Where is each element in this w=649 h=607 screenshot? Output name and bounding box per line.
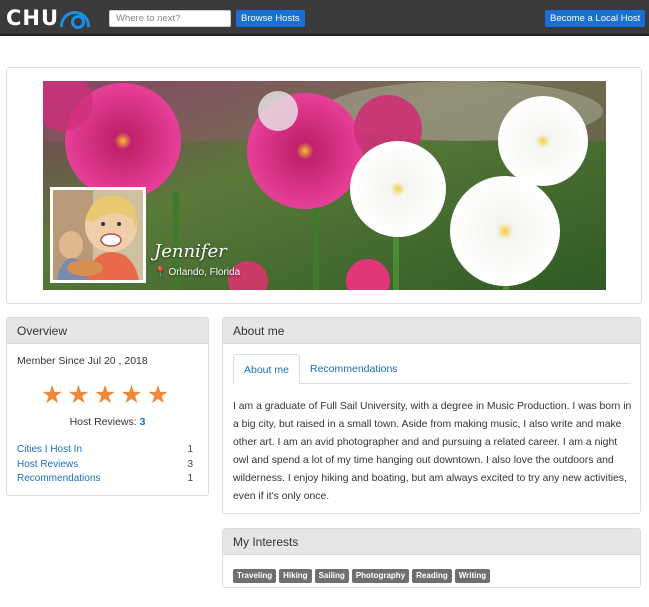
interests-panel: My Interests Traveling Hiking Sailing Ph… [222, 528, 641, 588]
about-heading: About me [223, 318, 640, 344]
about-text: I am a graduate of Full Sail University,… [233, 401, 632, 502]
interest-tag: Reading [412, 569, 452, 583]
member-since: Member Since Jul 20 , 2018 [17, 355, 148, 367]
interest-tag: Sailing [314, 569, 349, 583]
star-icon: ★ [120, 380, 143, 409]
stat-value-host-reviews: 3 [187, 458, 193, 470]
cover-photo: Jennifer 📍 Orlando, Florida [43, 81, 606, 290]
stat-link-host-reviews[interactable]: Host Reviews [17, 458, 78, 473]
rating-stars: ★ ★ ★ ★ ★ [41, 382, 169, 407]
interests-heading: My Interests [223, 529, 640, 555]
overview-heading: Overview [7, 318, 208, 344]
host-reviews-summary: Host Reviews: 3 [7, 416, 208, 428]
host-location-text: Orlando, Florida [168, 267, 241, 278]
logo-mark-icon [60, 7, 92, 29]
stat-link-recommendations[interactable]: Recommendations [17, 472, 100, 487]
tab-recommendations[interactable]: Recommendations [300, 354, 408, 384]
search-input[interactable] [109, 10, 231, 27]
stat-link-cities[interactable]: Cities I Host In [17, 443, 82, 458]
tab-about-me[interactable]: About me [233, 354, 300, 385]
star-icon: ★ [67, 380, 90, 409]
stat-row-host-reviews: Host Reviews 3 [17, 458, 193, 473]
host-reviews-count[interactable]: 3 [140, 416, 146, 428]
interest-tag: Hiking [279, 569, 312, 583]
host-location: 📍 Orlando, Florida [154, 267, 240, 278]
about-panel: About me About me Recommendations I am a… [222, 317, 641, 514]
interest-tag: Photography [351, 569, 410, 583]
become-local-host-button[interactable]: Become a Local Host [545, 10, 646, 27]
site-logo[interactable]: CHU [6, 5, 92, 31]
stat-row-cities: Cities I Host In 1 [17, 443, 193, 458]
star-icon: ★ [93, 380, 117, 409]
stat-row-recommendations: Recommendations 1 [17, 472, 193, 487]
about-tabs: About me Recommendations [233, 354, 631, 385]
interest-tags: Traveling Hiking Sailing Photography Rea… [233, 569, 491, 583]
interest-tag: Writing [454, 569, 491, 583]
browse-hosts-button[interactable]: Browse Hosts [236, 10, 305, 27]
host-reviews-label: Host Reviews: [69, 416, 137, 428]
logo-text: CHU [6, 6, 60, 30]
map-pin-icon: 📍 [154, 267, 167, 278]
profile-header-card: Jennifer 📍 Orlando, Florida [6, 67, 642, 304]
top-navbar: CHU Browse Hosts Become a Local Host [0, 0, 649, 36]
stat-value-recommendations: 1 [187, 473, 193, 484]
overview-stats: Cities I Host In 1 Host Reviews 3 Recomm… [17, 443, 193, 487]
star-icon: ★ [41, 380, 64, 409]
stat-value-cities: 1 [187, 444, 193, 455]
interest-tag: Traveling [233, 569, 277, 583]
overview-panel: Overview Member Since Jul 20 , 2018 ★ ★ … [6, 317, 209, 496]
star-icon: ★ [146, 380, 170, 409]
host-name: Jennifer [154, 241, 227, 262]
host-avatar[interactable] [50, 187, 146, 283]
